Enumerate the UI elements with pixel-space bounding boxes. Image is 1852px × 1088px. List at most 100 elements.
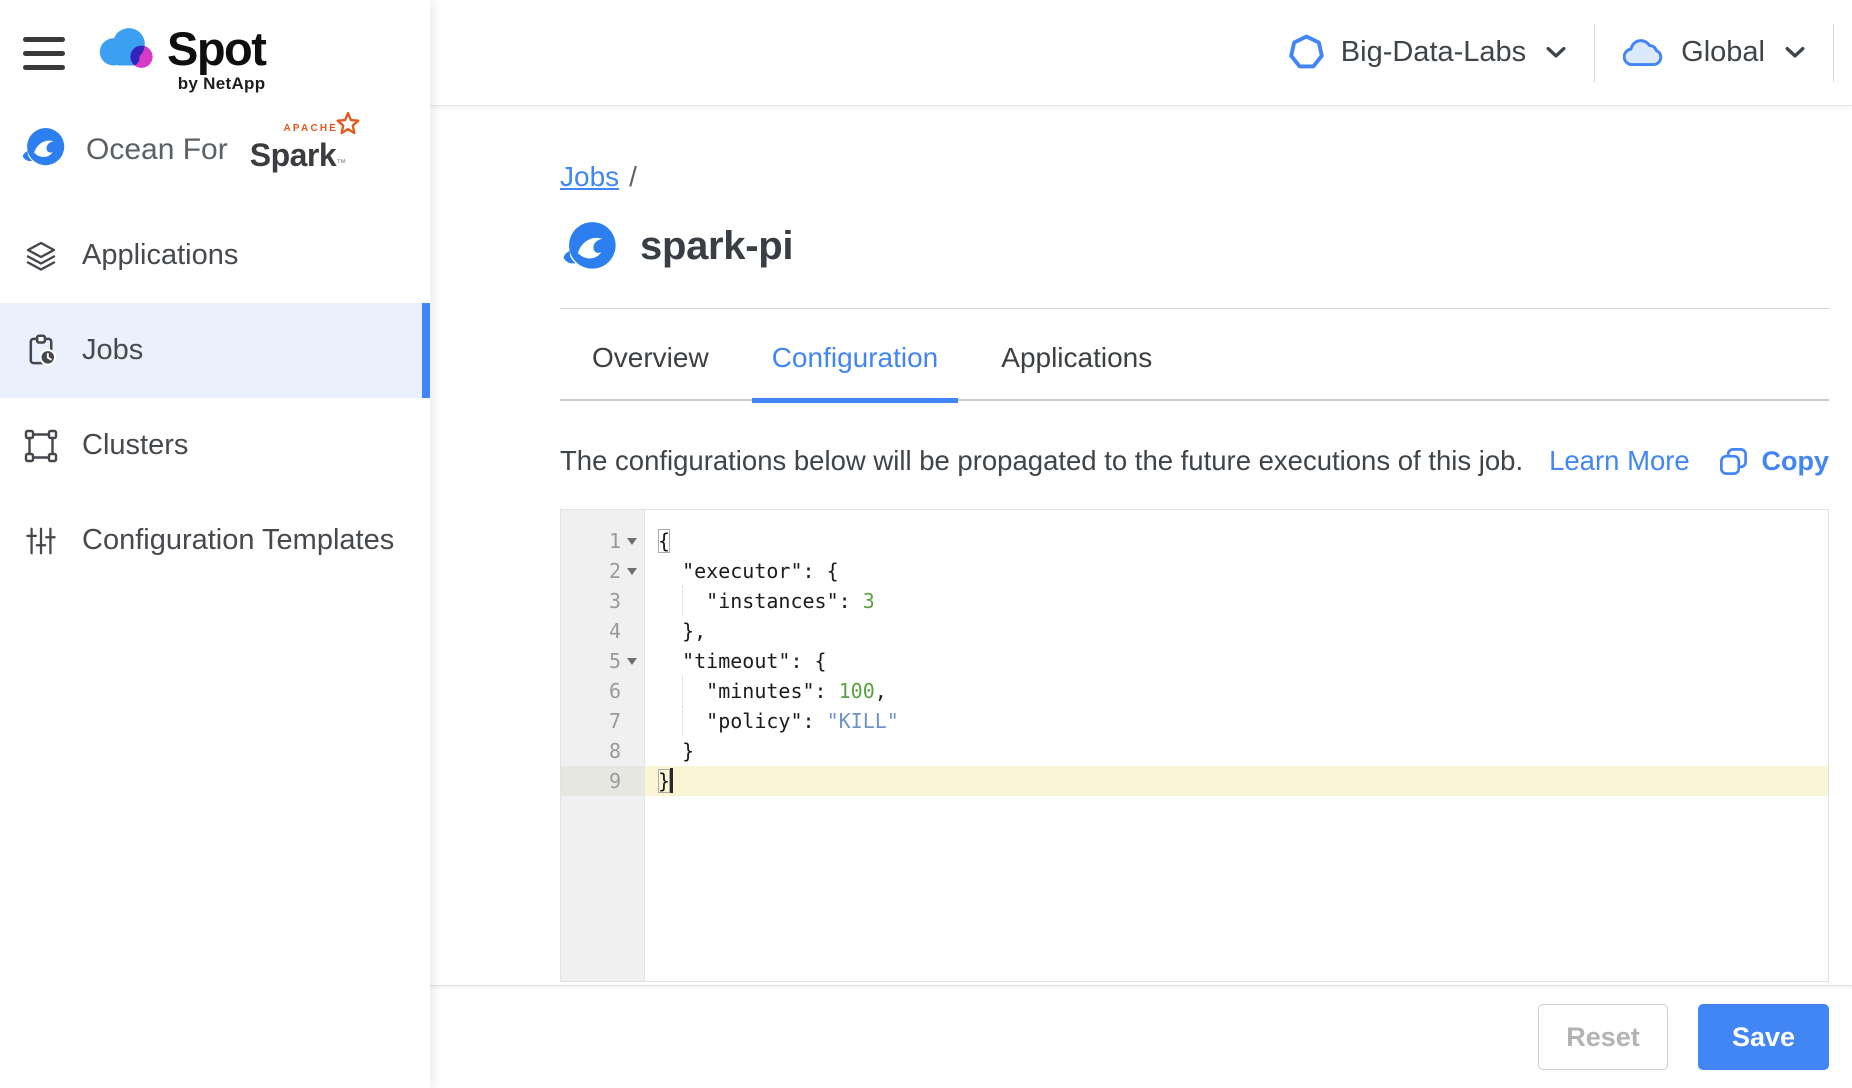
gutter-cell: 5	[561, 646, 645, 676]
code-line: "minutes": 100,	[645, 676, 1828, 706]
code-line: "policy": "KILL"	[645, 706, 1828, 736]
code-line: }	[645, 766, 1828, 796]
editor-line[interactable]: 7 "policy": "KILL"	[561, 706, 1828, 736]
fold-spacer	[621, 586, 642, 616]
code-token: }	[658, 739, 694, 763]
code-token: {	[658, 529, 670, 553]
code-token: "instances":	[658, 589, 863, 613]
tab-label: Overview	[592, 342, 709, 373]
brand-byline: by NetApp	[167, 74, 265, 94]
code-line: "timeout": {	[645, 646, 1828, 676]
gutter-cell: 4	[561, 616, 645, 646]
code-line: },	[645, 616, 1828, 646]
code-line: {	[645, 526, 1828, 556]
main-content: Jobs / spark-pi Overview Configuration App…	[430, 106, 1852, 985]
code-token: ,	[875, 679, 887, 703]
gutter-cell: 3	[561, 586, 645, 616]
heptagon-icon	[1288, 34, 1325, 71]
sidebar: Spot by NetApp Ocean For APACHE Spark™ A…	[0, 0, 430, 1088]
title-row: spark-pi	[560, 214, 1829, 278]
gutter-cell: 8	[561, 736, 645, 766]
code-token: },	[658, 619, 706, 643]
hamburger-menu-icon[interactable]	[23, 37, 65, 70]
page-title: spark-pi	[640, 224, 793, 269]
spark-star-icon	[334, 111, 362, 144]
divider	[1833, 24, 1834, 82]
line-number: 6	[609, 679, 621, 703]
code-token: "KILL"	[827, 709, 899, 733]
code-line: }	[645, 736, 1828, 766]
brand-name: Spot	[167, 24, 265, 73]
editor-line[interactable]: 8 }	[561, 736, 1828, 766]
tab-applications[interactable]: Applications	[981, 342, 1172, 403]
editor-line[interactable]: 2 "executor": {	[561, 556, 1828, 586]
code-line: "instances": 3	[645, 586, 1828, 616]
breadcrumb-jobs-link[interactable]: Jobs	[560, 161, 619, 193]
fold-arrow-icon[interactable]	[621, 526, 642, 556]
fold-arrow-icon[interactable]	[621, 646, 642, 676]
spot-logo[interactable]: Spot by NetApp	[93, 24, 265, 94]
sidebar-item-jobs[interactable]: Jobs	[0, 303, 430, 398]
fold-spacer	[621, 736, 642, 766]
gutter-cell: 1	[561, 526, 645, 556]
editor-line[interactable]: 6 "minutes": 100,	[561, 676, 1828, 706]
apache-label: APACHE	[283, 123, 338, 134]
gutter-cell: 6	[561, 676, 645, 706]
job-wave-icon	[560, 221, 618, 272]
top-bar: Big-Data-Labs Global	[430, 0, 1852, 106]
apache-spark-logo: APACHE Spark™	[250, 127, 346, 174]
editor-line[interactable]: 3 "instances": 3	[561, 586, 1828, 616]
configuration-description: The configurations below will be propaga…	[560, 445, 1523, 477]
gutter-cell: 2	[561, 556, 645, 586]
sidebar-item-label: Configuration Templates	[82, 524, 394, 557]
reset-button[interactable]: Reset	[1538, 1004, 1668, 1070]
line-number: 2	[609, 559, 621, 583]
tabs: Overview Configuration Applications	[560, 309, 1829, 401]
sidebar-item-clusters[interactable]: Clusters	[0, 398, 430, 493]
editor-lines: 1{2 "executor": {3 "instances": 34 },5 "…	[561, 510, 1828, 796]
line-number: 5	[609, 649, 621, 673]
sidebar-item-applications[interactable]: Applications	[0, 208, 430, 303]
copy-button[interactable]: Copy	[1718, 446, 1830, 477]
copy-icon	[1718, 446, 1749, 477]
editor-line[interactable]: 4 },	[561, 616, 1828, 646]
tab-label: Configuration	[772, 342, 939, 373]
description-row: The configurations below will be propaga…	[560, 445, 1829, 477]
line-number: 9	[609, 769, 621, 793]
tab-configuration[interactable]: Configuration	[752, 342, 959, 403]
org-picker[interactable]: Big-Data-Labs	[1288, 34, 1566, 71]
tab-label: Applications	[1001, 342, 1152, 373]
line-number: 1	[609, 529, 621, 553]
editor-line[interactable]: 5 "timeout": {	[561, 646, 1828, 676]
text-cursor	[670, 768, 673, 793]
gutter-cell: 7	[561, 706, 645, 736]
cloud-icon	[1623, 36, 1665, 69]
ocean-wave-icon	[20, 127, 66, 173]
code-line: "executor": {	[645, 556, 1828, 586]
fold-spacer	[621, 706, 642, 736]
breadcrumb-separator: /	[629, 161, 637, 193]
layers-icon	[23, 238, 59, 274]
fold-spacer	[621, 616, 642, 646]
save-button[interactable]: Save	[1698, 1004, 1829, 1070]
editor-line[interactable]: 9}	[561, 766, 1828, 796]
scope-name: Global	[1681, 36, 1765, 69]
tab-overview[interactable]: Overview	[572, 342, 729, 403]
json-code-editor[interactable]: 1{2 "executor": {3 "instances": 34 },5 "…	[560, 509, 1829, 982]
line-number: 4	[609, 619, 621, 643]
code-token: "policy":	[658, 709, 827, 733]
sidebar-item-configuration-templates[interactable]: Configuration Templates	[0, 493, 430, 588]
copy-label: Copy	[1762, 446, 1830, 477]
spark-wordmark: Spark	[250, 137, 336, 173]
line-number: 8	[609, 739, 621, 763]
chevron-down-icon	[1546, 46, 1566, 59]
product-ocean-for-spark[interactable]: Ocean For APACHE Spark™	[20, 122, 346, 178]
fold-arrow-icon[interactable]	[621, 556, 642, 586]
editor-line[interactable]: 1{	[561, 526, 1828, 556]
sidebar-item-label: Jobs	[82, 334, 143, 367]
cluster-icon	[23, 428, 59, 464]
learn-more-link[interactable]: Learn More	[1549, 445, 1690, 477]
scope-picker[interactable]: Global	[1623, 36, 1805, 69]
divider	[1594, 24, 1595, 82]
sidebar-item-label: Clusters	[82, 429, 188, 462]
